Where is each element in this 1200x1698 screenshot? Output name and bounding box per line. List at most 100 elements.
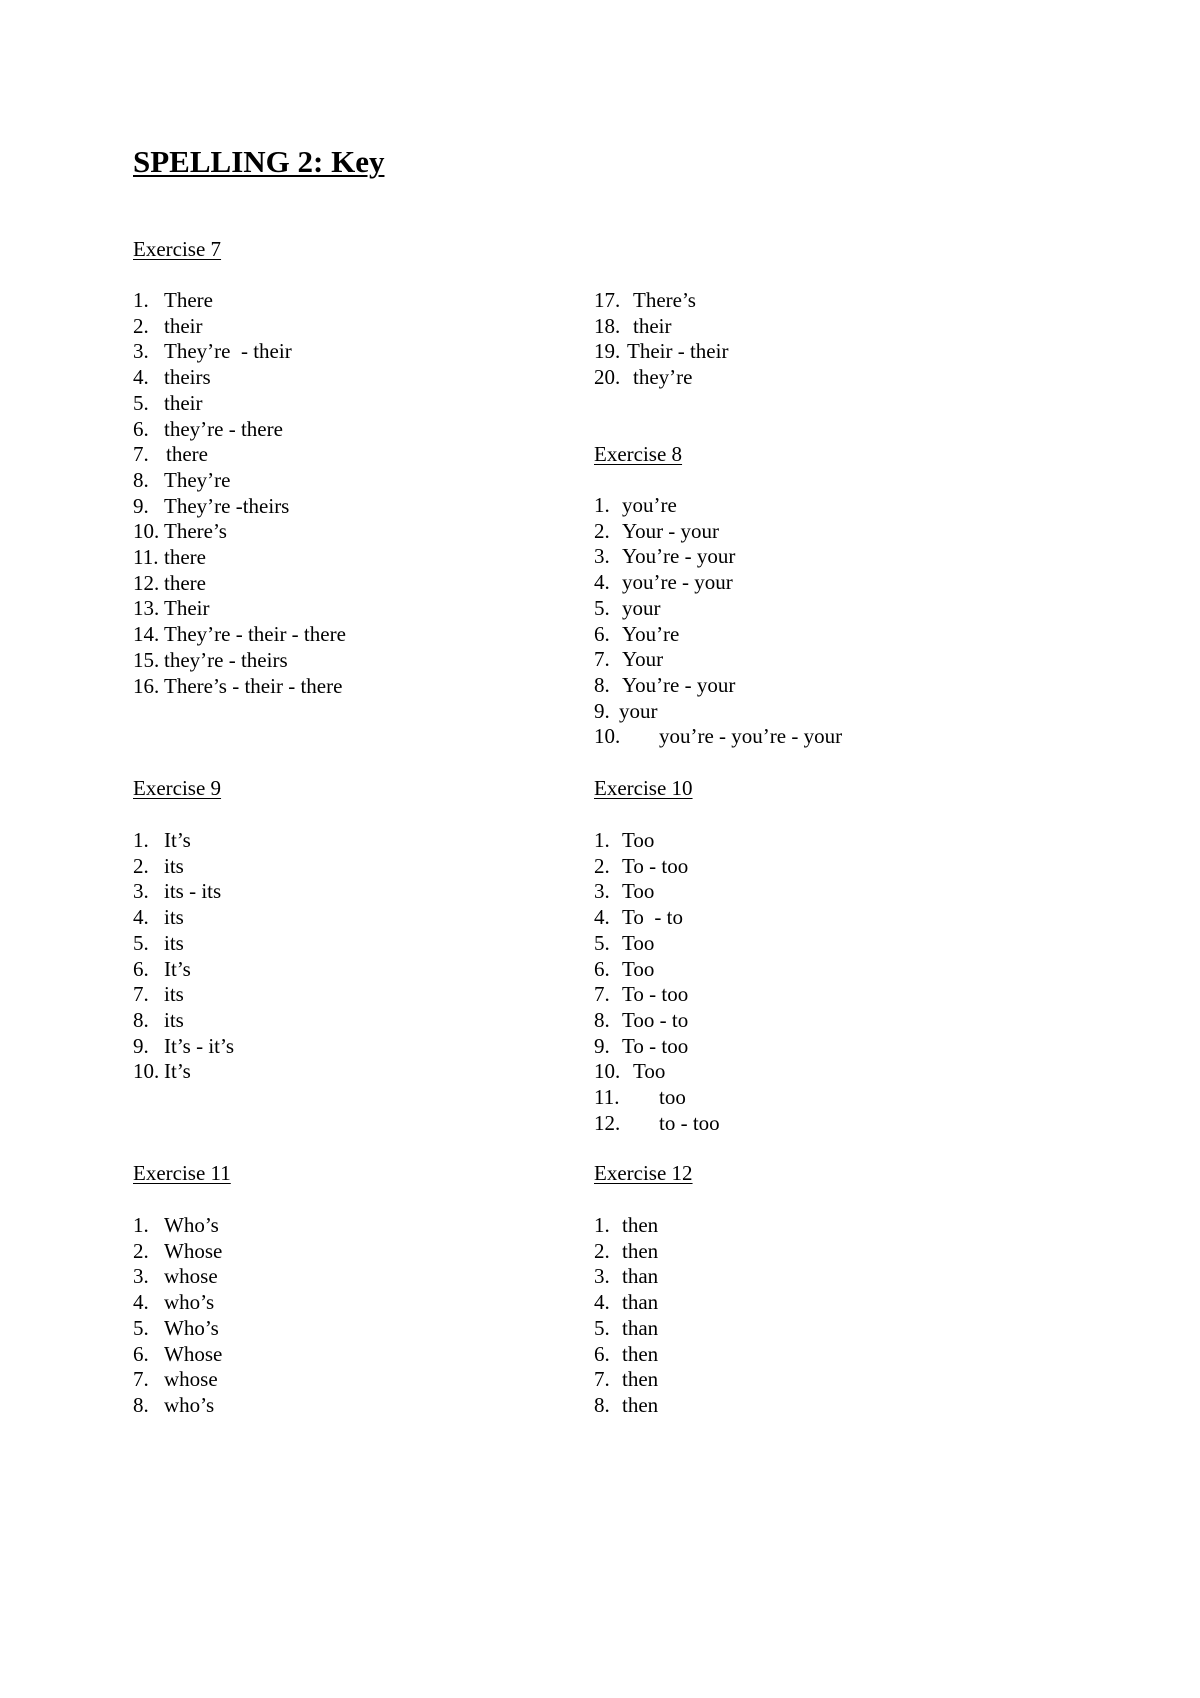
- answer-number: 5.: [594, 595, 610, 620]
- answer-number: 16.: [133, 673, 160, 698]
- answer-number: 3.: [594, 544, 610, 569]
- answer-text: It’s: [164, 828, 191, 852]
- answer-text: you’re - you’re - your: [659, 724, 843, 749]
- answer-text: then: [622, 1367, 659, 1392]
- answer-text: their: [164, 390, 203, 415]
- answer-number: 1.: [133, 828, 149, 852]
- answer-number: 7.: [594, 1367, 610, 1392]
- answer-text: Too: [622, 879, 655, 904]
- answer-text: You’re - your: [622, 544, 736, 569]
- answer-number: 7.: [133, 982, 149, 1007]
- answer-number: 5.: [133, 1315, 149, 1340]
- answer-text: Their - their: [627, 339, 729, 364]
- answer-number: 3.: [133, 879, 149, 904]
- answer-number: 1.: [594, 828, 610, 852]
- answer-text: It’s: [164, 1059, 191, 1084]
- answer-number: 8.: [133, 1007, 149, 1032]
- answer-number: 6.: [594, 621, 610, 646]
- answer-number: 1.: [594, 493, 610, 517]
- answer-number: 3.: [133, 339, 149, 364]
- answer-text: their: [164, 313, 203, 338]
- answer-text: your: [622, 595, 661, 620]
- answer-number: 4.: [133, 1290, 149, 1315]
- answer-text: you’re - your: [622, 570, 733, 595]
- answer-number: 5.: [133, 390, 149, 415]
- answer-number: 3.: [133, 1264, 149, 1289]
- answer-number: 4.: [594, 570, 610, 595]
- answer-text: its: [164, 982, 184, 1007]
- answer-text: Whose: [164, 1341, 223, 1366]
- answer-text: whose: [164, 1367, 218, 1392]
- answer-text: who’s: [164, 1290, 215, 1315]
- answer-number: 20.: [594, 365, 621, 390]
- answer-number: 1.: [133, 1213, 149, 1237]
- answer-number: 4.: [594, 905, 610, 930]
- answer-number: 10.: [594, 724, 621, 749]
- answer-text: To - too: [622, 1033, 689, 1058]
- answer-text: Your: [622, 647, 664, 672]
- answer-number: 12.: [133, 570, 160, 595]
- answer-number: 6.: [594, 956, 610, 981]
- answer-number: 6.: [133, 956, 149, 981]
- exercise-10-header: Exercise 10: [594, 776, 693, 800]
- answer-text: their: [633, 313, 672, 338]
- answer-number: 5.: [133, 930, 149, 955]
- answer-text: Too: [622, 930, 655, 955]
- answer-text: To - too: [622, 853, 689, 878]
- answer-number: 14.: [133, 622, 160, 647]
- answer-number: 2.: [133, 313, 149, 338]
- answer-number: 9.: [133, 493, 149, 518]
- answer-number: 2.: [133, 1238, 149, 1263]
- answer-number: 1.: [133, 288, 149, 312]
- answer-text: who’s: [164, 1392, 215, 1417]
- answer-text: there: [164, 570, 206, 595]
- answer-text: its: [164, 905, 184, 930]
- answer-text: than: [622, 1315, 659, 1340]
- answer-number: 10.: [594, 1059, 621, 1084]
- answer-number: 4.: [133, 905, 149, 930]
- answer-text: Too: [622, 956, 655, 981]
- answer-number: 5.: [594, 930, 610, 955]
- answer-text: then: [622, 1341, 659, 1366]
- answer-number: 8.: [594, 1392, 610, 1417]
- answer-text: whose: [164, 1264, 218, 1289]
- answer-text: They’re - their: [164, 339, 292, 364]
- answer-number: 11.: [133, 545, 159, 569]
- answer-text: there: [166, 442, 208, 467]
- answer-number: 18.: [594, 313, 621, 338]
- answer-text: there: [164, 545, 206, 569]
- answer-text: It’s - it’s: [164, 1033, 235, 1058]
- answer-text: To - too: [622, 982, 689, 1007]
- answer-number: 7.: [594, 647, 610, 672]
- answer-text: There: [164, 288, 213, 312]
- answer-text: Too: [633, 1059, 666, 1084]
- answer-text: than: [622, 1290, 659, 1315]
- answer-number: 8.: [133, 1392, 149, 1417]
- answer-number: 2.: [594, 518, 610, 543]
- answer-text: theirs: [164, 365, 211, 390]
- answer-text: There’s - their - there: [164, 673, 343, 698]
- answer-text: your: [619, 698, 658, 723]
- answer-text: Who’s: [164, 1315, 219, 1340]
- answer-number: 10.: [133, 519, 160, 544]
- answer-text: They’re: [164, 467, 231, 492]
- exercise-8-header: Exercise 8: [594, 442, 683, 466]
- answer-number: 1.: [594, 1213, 610, 1237]
- page-title: SPELLING 2: Key: [133, 144, 385, 179]
- answer-text: Their: [164, 596, 210, 621]
- answer-text: To - to: [622, 905, 683, 930]
- answer-text: You’re - your: [622, 672, 736, 697]
- answer-text: Whose: [164, 1238, 223, 1263]
- answer-number: 6.: [133, 1341, 149, 1366]
- exercise-9-header: Exercise 9: [133, 776, 222, 800]
- answer-number: 9.: [133, 1033, 149, 1058]
- answer-text: its: [164, 930, 184, 955]
- answer-number: 8.: [594, 672, 610, 697]
- answer-text: Too - to: [622, 1007, 689, 1032]
- document-page: SPELLING 2: Key Exercise 7 Exercise 8 Ex…: [0, 0, 1200, 1698]
- answer-text: They’re - their - there: [164, 622, 346, 647]
- answer-text: to - too: [659, 1110, 720, 1135]
- answer-text: Who’s: [164, 1213, 219, 1237]
- answer-number: 4.: [594, 1290, 610, 1315]
- answer-number: 15.: [133, 647, 160, 672]
